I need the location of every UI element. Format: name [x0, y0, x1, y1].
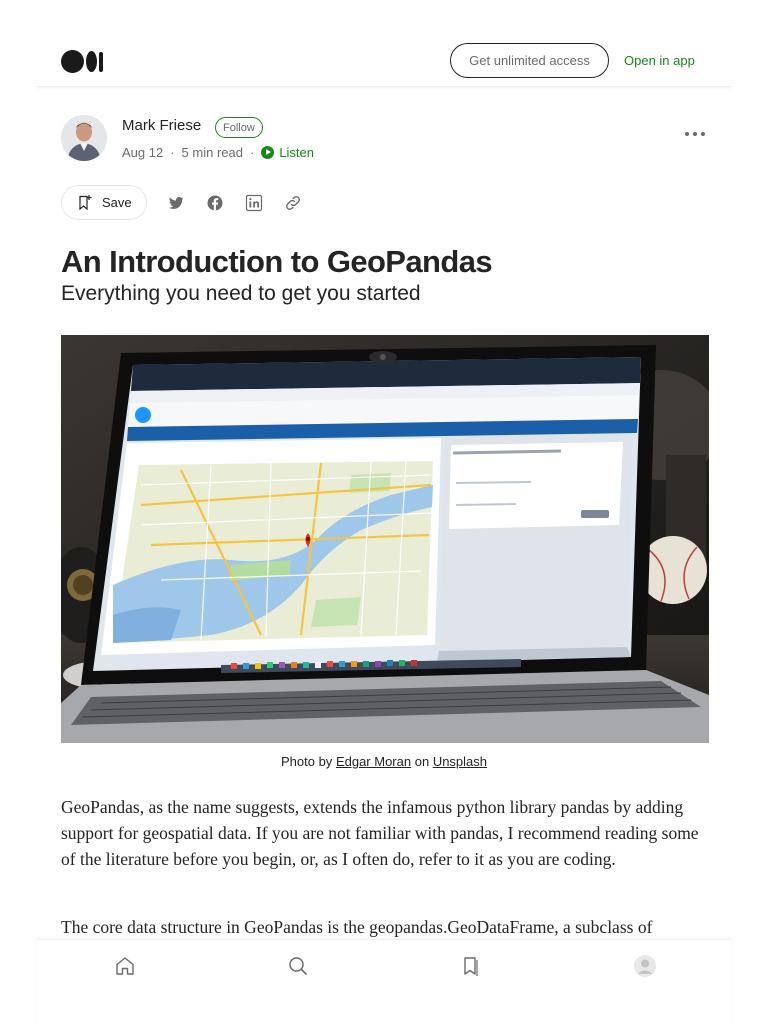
article-subtitle: Everything you need to get you started: [61, 282, 421, 305]
bookmark-add-icon: [79, 195, 92, 211]
author-name[interactable]: Mark Friese: [122, 117, 201, 134]
linkedin-icon[interactable]: [245, 194, 263, 212]
facebook-icon[interactable]: [206, 194, 224, 212]
meta-separator: ·: [249, 145, 255, 160]
get-unlimited-access-button[interactable]: Get unlimited access: [450, 43, 609, 78]
article-meta: Aug 12 · 5 min read · Listen: [122, 145, 314, 160]
search-icon[interactable]: [286, 954, 310, 978]
author-avatar[interactable]: [61, 115, 107, 161]
twitter-icon[interactable]: [167, 194, 185, 212]
read-time: 5 min read: [181, 145, 243, 160]
photographer-link[interactable]: Edgar Moran: [336, 754, 411, 769]
home-icon[interactable]: [113, 954, 137, 978]
play-icon: [261, 146, 275, 159]
bottom-navigation: [37, 939, 731, 1024]
hero-image: [61, 335, 709, 743]
link-icon[interactable]: [284, 194, 302, 212]
medium-logo[interactable]: [61, 50, 103, 73]
caption-prefix: Photo by: [280, 754, 333, 769]
follow-button[interactable]: Follow: [215, 117, 263, 138]
article-paragraph: GeoPandas, as the name suggests, extends…: [61, 797, 699, 869]
listen-label: Listen: [279, 145, 315, 160]
unsplash-link[interactable]: Unsplash: [433, 754, 487, 769]
save-button[interactable]: Save: [61, 185, 147, 220]
top-bar: Get unlimited access Open in app: [37, 0, 731, 87]
open-in-app-link[interactable]: Open in app: [624, 53, 695, 68]
image-caption: Photo by Edgar Moran on Unsplash: [0, 754, 768, 769]
article-paragraph: The core data structure in GeoPandas is …: [61, 917, 653, 937]
listen-button[interactable]: Listen: [261, 145, 314, 160]
save-label: Save: [102, 195, 132, 210]
profile-icon[interactable]: [633, 954, 657, 978]
article-title: An Introduction to GeoPandas: [61, 244, 493, 279]
more-options-icon[interactable]: [685, 126, 705, 142]
publish-date: Aug 12: [122, 145, 164, 160]
meta-separator: ·: [170, 145, 175, 160]
bookmarks-icon[interactable]: [459, 954, 483, 978]
caption-on: on: [414, 754, 430, 769]
